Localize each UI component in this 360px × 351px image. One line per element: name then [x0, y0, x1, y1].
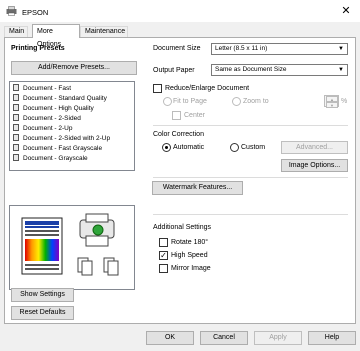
reduce-enlarge-checkbox[interactable] [153, 84, 162, 93]
spin-down-icon[interactable]: ▼ [326, 102, 338, 108]
custom-label: Custom [241, 144, 266, 151]
percent-label: % [341, 98, 348, 105]
check-icon: ✓ [160, 251, 167, 260]
rotate-180-checkbox[interactable] [159, 238, 168, 247]
document-icon [13, 154, 19, 161]
title-bar: EPSON ✕ [0, 0, 360, 22]
preview-illustration [21, 213, 119, 276]
image-options-button[interactable]: Image Options... [281, 159, 348, 172]
divider [153, 125, 348, 126]
preset-item[interactable]: Document - Grayscale [13, 154, 88, 163]
additional-settings-heading: Additional Settings [153, 224, 211, 231]
apply-button[interactable]: Apply [254, 331, 302, 345]
close-button[interactable]: ✕ [332, 0, 360, 22]
high-speed-label: High Speed [171, 252, 208, 259]
center-checkbox[interactable] [172, 111, 181, 120]
document-icon [13, 94, 19, 101]
divider [153, 214, 348, 215]
close-icon: ✕ [341, 5, 351, 17]
show-settings-button[interactable]: Show Settings [11, 288, 74, 302]
window-title: EPSON [22, 8, 49, 17]
help-button[interactable]: Help [308, 331, 356, 345]
mirror-image-checkbox[interactable] [159, 264, 168, 273]
tab-maintenance[interactable]: Maintenance [80, 26, 128, 37]
document-icon [13, 104, 19, 111]
high-speed-checkbox[interactable]: ✓ [159, 251, 168, 260]
tab-more-options[interactable]: More Options [32, 24, 80, 48]
color-correction-heading: Color Correction [153, 131, 204, 138]
preset-item[interactable]: Document - 2-Sided [13, 114, 81, 123]
mirror-image-label: Mirror Image [171, 265, 211, 272]
print-preview [9, 205, 135, 290]
preset-item[interactable]: Document - Standard Quality [13, 94, 107, 103]
document-size-select[interactable]: Letter (8.5 x 11 in) ▼ [211, 43, 348, 55]
chevron-down-icon: ▼ [338, 46, 344, 52]
chevron-down-icon: ▼ [338, 67, 344, 73]
advanced-button[interactable]: Advanced... [281, 141, 348, 154]
reduce-enlarge-label: Reduce/Enlarge Document [165, 85, 250, 92]
rotate-180-label: Rotate 180° [171, 239, 209, 246]
reset-defaults-button[interactable]: Reset Defaults [11, 306, 74, 320]
document-icon [13, 144, 19, 151]
preset-item[interactable]: Document - 2-Sided with 2-Up [13, 134, 110, 143]
output-paper-select[interactable]: Same as Document Size ▼ [211, 64, 348, 76]
document-icon [13, 114, 19, 121]
document-size-label: Document Size [153, 45, 201, 52]
epson-printer-icon [6, 6, 17, 16]
watermark-features-button[interactable]: Watermark Features... [152, 181, 243, 195]
zoom-to-label: Zoom to [243, 98, 269, 105]
fit-to-page-label: Fit to Page [173, 98, 207, 105]
preset-item[interactable]: Document - Fast [13, 84, 71, 93]
document-icon [13, 84, 19, 91]
preset-item[interactable]: Document - High Quality [13, 104, 94, 113]
preset-item[interactable]: Document - 2-Up [13, 124, 73, 133]
output-paper-label: Output Paper [153, 67, 195, 74]
zoom-to-radio[interactable] [232, 97, 241, 106]
divider [153, 177, 348, 178]
custom-radio[interactable] [230, 143, 239, 152]
fit-to-page-radio[interactable] [163, 97, 172, 106]
automatic-radio[interactable] [162, 143, 171, 152]
automatic-label: Automatic [173, 144, 205, 151]
center-label: Center [184, 112, 206, 119]
preset-item[interactable]: Document - Fast Grayscale [13, 144, 102, 153]
document-icon [13, 124, 19, 131]
tab-main[interactable]: Main [4, 26, 28, 37]
document-icon [13, 134, 19, 141]
cancel-button[interactable]: Cancel [200, 331, 248, 345]
ok-button[interactable]: OK [146, 331, 194, 345]
preset-list[interactable]: Document - Fast Document - Standard Qual… [9, 81, 135, 171]
add-remove-presets-button[interactable]: Add/Remove Presets... [11, 61, 137, 75]
